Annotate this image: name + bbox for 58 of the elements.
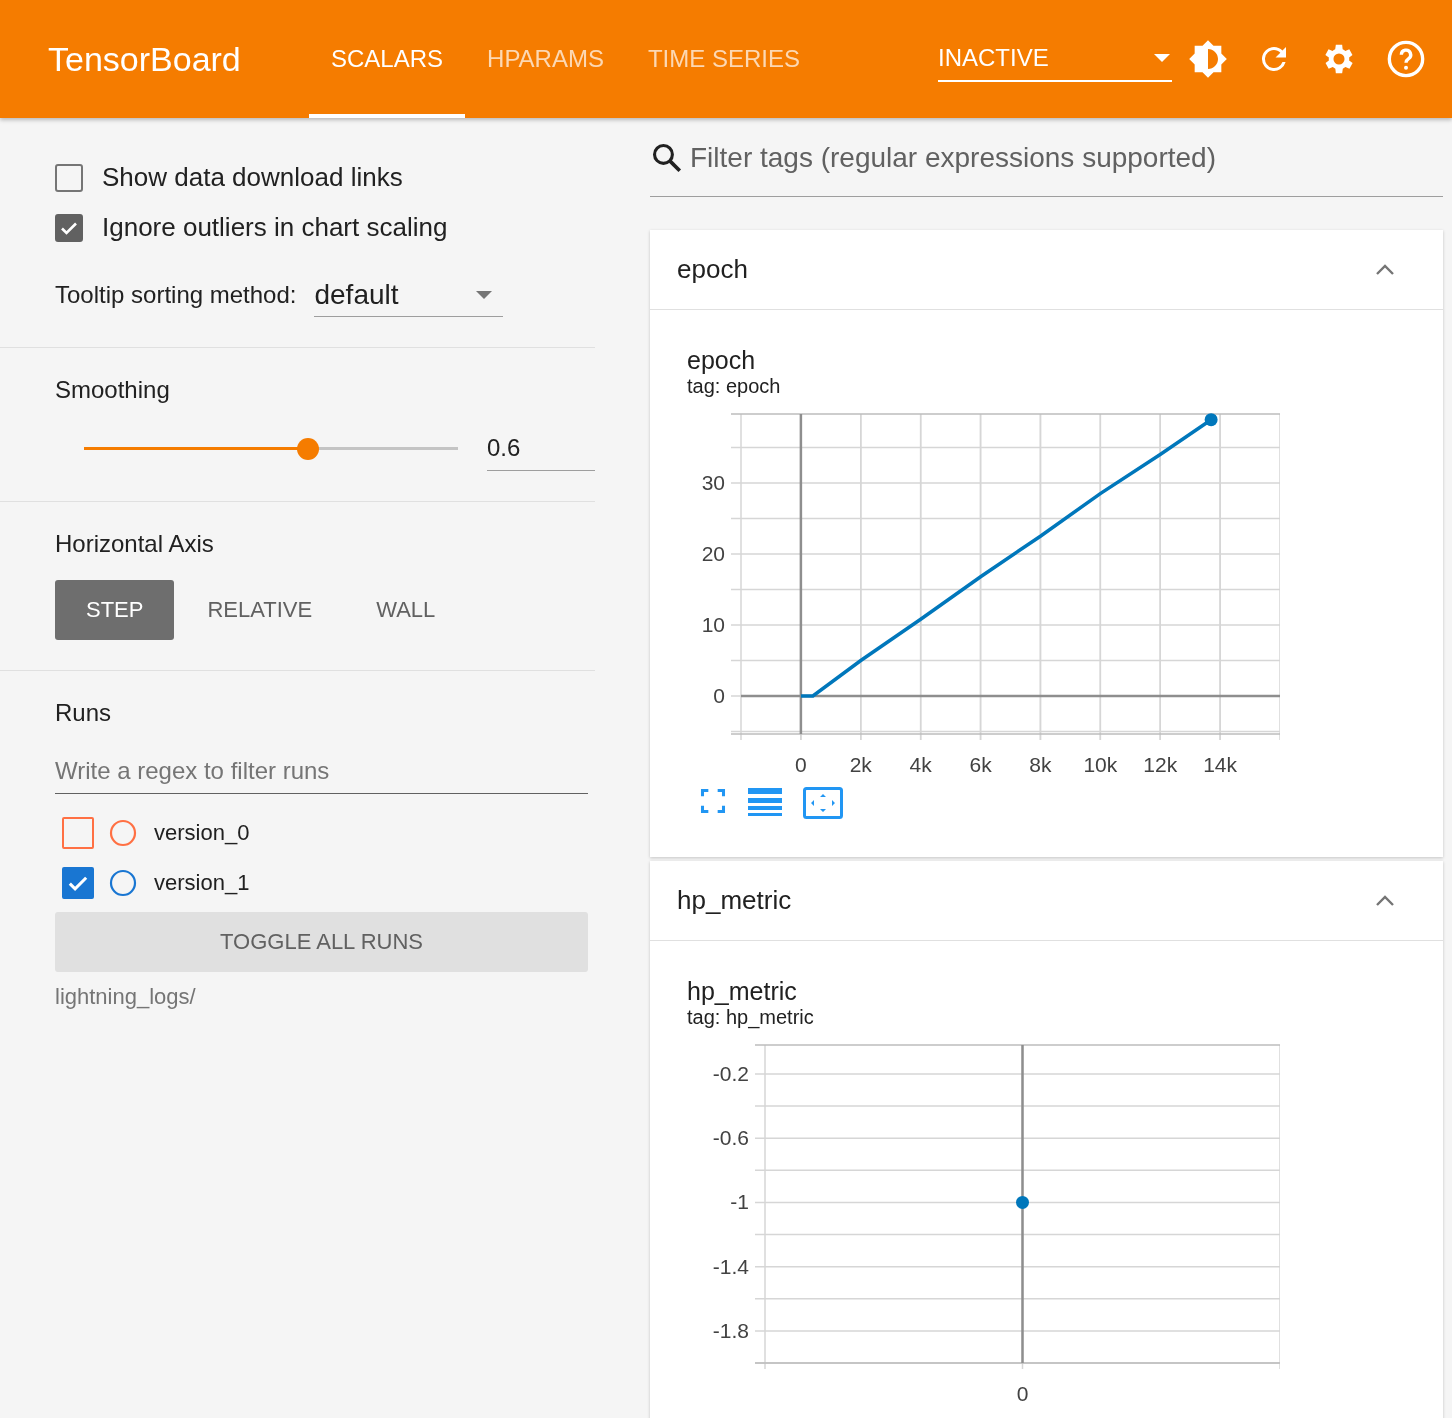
x-axis-label: 10k — [1083, 753, 1118, 776]
x-axis-label: 0 — [795, 753, 807, 776]
run-checkbox[interactable] — [62, 817, 94, 849]
axis-option-button[interactable]: STEP — [55, 580, 175, 640]
caret-icon — [1152, 52, 1172, 64]
y-axis-label: 20 — [701, 541, 725, 565]
run-color-ring-icon — [108, 868, 138, 898]
caret-icon — [475, 289, 494, 300]
section-title: Smoothing — [55, 376, 171, 404]
tag-filter-field[interactable]: Filter tags (regular expressions supported) — [688, 141, 1443, 175]
tooltip-sort-dropdown[interactable]: default — [314, 273, 504, 317]
axis-option-button[interactable]: WALL — [345, 580, 467, 640]
y-axis-label: 10 — [701, 612, 725, 636]
lines-icon[interactable] — [747, 787, 783, 819]
help-icon[interactable] — [1386, 39, 1426, 79]
fit-domain-icon[interactable] — [803, 787, 843, 819]
checkbox[interactable] — [55, 163, 83, 192]
tooltip-sort-label: Tooltip sorting method: — [55, 281, 297, 309]
data-point — [1204, 413, 1218, 427]
run-checkbox[interactable] — [62, 867, 94, 899]
slider-thumb[interactable] — [297, 437, 320, 460]
y-axis-label: -1.4 — [712, 1254, 749, 1278]
y-axis-label: -0.6 — [712, 1126, 749, 1150]
x-axis-label: 14k — [1203, 753, 1238, 776]
section-title: Runs — [55, 699, 113, 727]
chart-tag: tag: epoch — [687, 375, 1443, 398]
data-point — [1016, 1195, 1029, 1209]
y-axis-label: -0.2 — [712, 1061, 749, 1085]
checkbox-label: Show data download links — [102, 162, 403, 193]
x-axis-label: 4k — [909, 753, 932, 776]
y-axis-label: 0 — [713, 684, 725, 707]
log-directory: lightning_logs/ — [55, 984, 197, 1010]
checkbox[interactable] — [55, 213, 83, 242]
run-color-ring-icon — [108, 818, 138, 848]
search-icon — [650, 141, 684, 175]
y-axis-label: 30 — [701, 470, 725, 494]
brightness-icon[interactable] — [1188, 39, 1228, 79]
run-filter-field[interactable]: Write a regex to filter runs — [55, 749, 588, 794]
category-header[interactable]: hp_metric — [650, 861, 1443, 941]
checkbox-label: Ignore outliers in chart scaling — [102, 212, 448, 243]
section-title: Horizontal Axis — [55, 530, 215, 558]
x-axis-label: 2k — [849, 753, 872, 776]
axis-option-button[interactable]: RELATIVE — [176, 580, 344, 640]
app-title: TensorBoard — [48, 39, 242, 79]
category-header[interactable]: epoch — [650, 230, 1443, 310]
chart-title: epoch — [687, 346, 757, 375]
run-name: version_0 — [154, 820, 250, 846]
toggle-all-runs-button[interactable]: TOGGLE ALL RUNS — [55, 912, 588, 972]
x-axis-label: 8k — [1029, 753, 1052, 776]
x-axis-label: 0 — [1016, 1382, 1029, 1405]
y-axis-label: -1.8 — [712, 1318, 749, 1342]
chart-tag: tag: hp_metric — [687, 1006, 1443, 1029]
x-axis-label: 6k — [969, 753, 992, 776]
y-axis-label: -1 — [730, 1190, 749, 1214]
smoothing-input[interactable]: 0.6 — [487, 426, 595, 471]
run-name: version_1 — [154, 870, 250, 896]
chart-title: hp_metric — [687, 977, 798, 1006]
x-axis-label: 12k — [1143, 753, 1178, 776]
